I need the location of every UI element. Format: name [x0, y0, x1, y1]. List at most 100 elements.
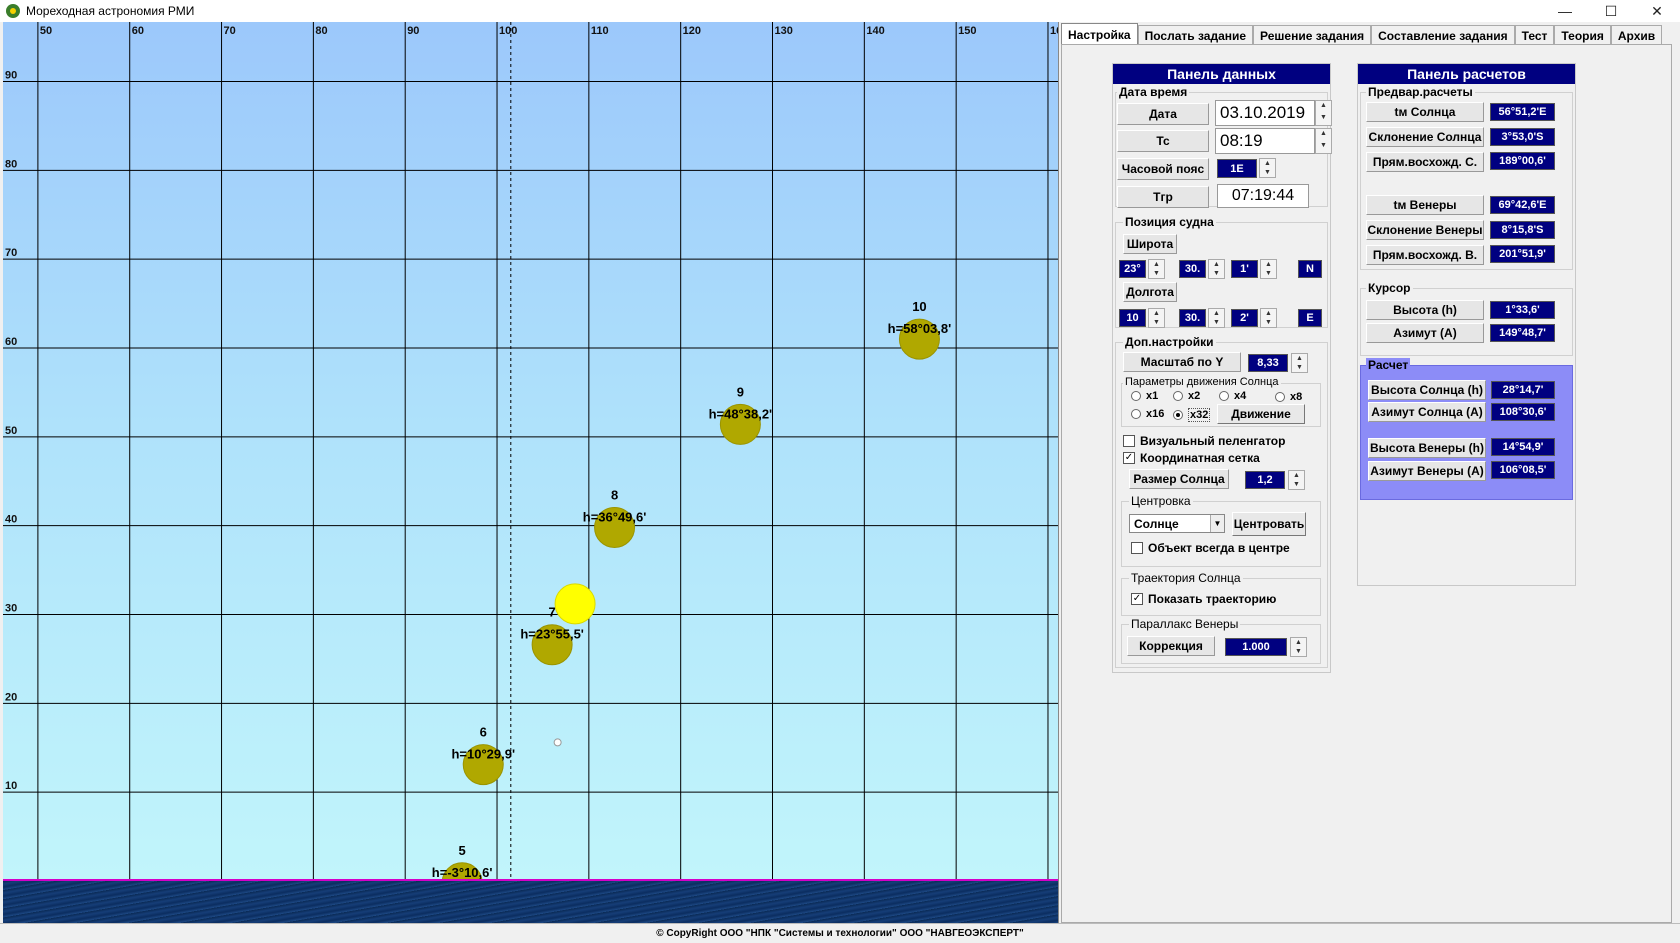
chevron-down-icon[interactable]: ▼ [1210, 515, 1224, 532]
coord-grid-checkbox[interactable]: ✓ Координатная сетка [1123, 451, 1260, 465]
scale-y-spinner[interactable]: ▲ ▼ [1291, 353, 1308, 373]
always-center-box[interactable] [1131, 542, 1143, 554]
tab-solve-task[interactable]: Решение задания [1253, 25, 1372, 45]
radio-x1-dot[interactable] [1131, 391, 1141, 401]
radio-x4-label: x4 [1234, 390, 1247, 402]
sky-view[interactable]: 50 60 70 80 90 100 110 120 130 140 150 160 90 80 70 60 5… [3, 22, 1059, 923]
radio-x2-dot[interactable] [1173, 391, 1183, 401]
radio-x16[interactable]: x16 [1131, 408, 1164, 420]
trajectory-point-altitude: h=48°38,2' [709, 406, 773, 421]
spin-up-icon[interactable]: ▲ [1316, 129, 1331, 141]
latitude-minutes[interactable]: 30. [1179, 260, 1206, 278]
maximize-button[interactable]: ☐ [1588, 0, 1634, 22]
spin-down-icon[interactable]: ▼ [1261, 318, 1276, 327]
longitude-hemisphere[interactable]: E [1298, 309, 1322, 327]
correction-value[interactable]: 1.000 [1225, 638, 1287, 656]
visual-bearing-checkbox[interactable]: Визуальный пеленгатор [1123, 434, 1285, 448]
y-tick-label: 40 [5, 514, 17, 526]
latitude-degrees[interactable]: 23° [1119, 260, 1146, 278]
latitude-hemisphere[interactable]: N [1298, 260, 1322, 278]
radio-x4[interactable]: x4 [1219, 390, 1246, 402]
checkmark-icon[interactable]: ✓ [1131, 593, 1143, 605]
spin-up-icon[interactable]: ▲ [1291, 638, 1306, 647]
tgr-label: Тгр [1117, 186, 1209, 208]
spin-up-icon[interactable]: ▲ [1209, 309, 1224, 318]
latitude-decimal-spinner[interactable]: ▲ ▼ [1260, 259, 1277, 279]
trajectory-point-number: 9 [737, 384, 744, 399]
y-tick-label: 50 [5, 425, 17, 437]
spin-up-icon[interactable]: ▲ [1261, 260, 1276, 269]
tc-input[interactable]: 08:19 [1215, 128, 1315, 154]
trajectory-point-altitude: h=10°29,9' [451, 747, 515, 762]
longitude-degrees-spinner[interactable]: ▲ ▼ [1148, 308, 1165, 328]
radio-x8[interactable]: x8 [1275, 391, 1302, 403]
longitude-minutes-spinner[interactable]: ▲ ▼ [1208, 308, 1225, 328]
sky-grid[interactable]: 50 60 70 80 90 100 110 120 130 140 150 160 90 80 70 60 5… [3, 22, 1059, 881]
spin-up-icon[interactable]: ▲ [1149, 309, 1164, 318]
radio-x4-dot[interactable] [1219, 391, 1229, 401]
tc-spinner[interactable]: ▲ ▼ [1315, 128, 1332, 154]
tab-settings[interactable]: Настройка [1061, 23, 1138, 45]
latitude-degrees-spinner[interactable]: ▲ ▼ [1148, 259, 1165, 279]
show-trajectory-checkbox[interactable]: ✓ Показать траекторию [1131, 592, 1276, 606]
always-center-checkbox[interactable]: Объект всегда в центре [1131, 541, 1290, 555]
longitude-decimal-spinner[interactable]: ▲ ▼ [1260, 308, 1277, 328]
radio-x32-dot[interactable] [1173, 410, 1183, 420]
tab-archive[interactable]: Архив [1610, 25, 1663, 45]
spin-up-icon[interactable]: ▲ [1292, 354, 1307, 363]
x-tick-label: 160 [1050, 25, 1059, 37]
spin-down-icon[interactable]: ▼ [1316, 141, 1331, 153]
tab-send-task[interactable]: Послать задание [1137, 25, 1254, 45]
longitude-degrees[interactable]: 10 [1119, 309, 1146, 327]
spin-up-icon[interactable]: ▲ [1316, 101, 1331, 113]
radio-x32[interactable]: x32 [1173, 408, 1211, 422]
visual-bearing-box[interactable] [1123, 435, 1135, 447]
trajectory-point-number: 5 [459, 843, 466, 858]
spin-down-icon[interactable]: ▼ [1261, 269, 1276, 278]
spin-down-icon[interactable]: ▼ [1209, 269, 1224, 278]
radio-x16-dot[interactable] [1131, 409, 1141, 419]
close-button[interactable]: ✕ [1634, 0, 1680, 22]
spin-up-icon[interactable]: ▲ [1261, 309, 1276, 318]
trajectory-point-number: 8 [611, 487, 618, 502]
minimize-button[interactable]: — [1542, 0, 1588, 22]
spin-up-icon[interactable]: ▲ [1209, 260, 1224, 269]
spin-down-icon[interactable]: ▼ [1291, 647, 1306, 656]
correction-spinner[interactable]: ▲ ▼ [1290, 637, 1307, 657]
cursor-group [1360, 288, 1573, 356]
spin-down-icon[interactable]: ▼ [1149, 318, 1164, 327]
spin-down-icon[interactable]: ▼ [1316, 113, 1331, 125]
center-button[interactable]: Центровать [1232, 512, 1306, 536]
sun-azimuth-value: 108°30,6' [1491, 403, 1555, 421]
motion-button[interactable]: Движение [1217, 404, 1305, 424]
date-input[interactable]: 03.10.2019 [1215, 100, 1315, 126]
radio-x1-label: x1 [1146, 390, 1159, 402]
radio-x8-dot[interactable] [1275, 392, 1285, 402]
x-tick-label: 140 [866, 25, 884, 37]
spin-down-icon[interactable]: ▼ [1209, 318, 1224, 327]
tab-theory[interactable]: Теория [1554, 25, 1611, 45]
timezone-value[interactable]: 1E [1217, 159, 1257, 178]
latitude-decimal[interactable]: 1' [1231, 260, 1258, 278]
sun-size-spinner[interactable]: ▲ ▼ [1288, 470, 1305, 490]
spin-down-icon[interactable]: ▼ [1260, 168, 1275, 177]
radio-x2[interactable]: x2 [1173, 390, 1200, 402]
spin-down-icon[interactable]: ▼ [1292, 363, 1307, 372]
scale-y-value[interactable]: 8,33 [1248, 354, 1288, 372]
longitude-decimal[interactable]: 2' [1231, 309, 1258, 327]
spin-down-icon[interactable]: ▼ [1149, 269, 1164, 278]
date-spinner[interactable]: ▲ ▼ [1315, 100, 1332, 126]
radio-x1[interactable]: x1 [1131, 390, 1158, 402]
tab-test[interactable]: Тест [1514, 25, 1555, 45]
spin-down-icon[interactable]: ▼ [1289, 480, 1304, 489]
checkmark-icon[interactable]: ✓ [1123, 452, 1135, 464]
spin-up-icon[interactable]: ▲ [1289, 471, 1304, 480]
latitude-minutes-spinner[interactable]: ▲ ▼ [1208, 259, 1225, 279]
spin-up-icon[interactable]: ▲ [1260, 159, 1275, 168]
longitude-minutes[interactable]: 30. [1179, 309, 1206, 327]
sun-size-value[interactable]: 1,2 [1245, 471, 1285, 489]
sun-lha-label: tм Солнца [1366, 102, 1484, 122]
timezone-spinner[interactable]: ▲ ▼ [1259, 158, 1276, 178]
tab-compose-task[interactable]: Составление задания [1371, 25, 1515, 45]
spin-up-icon[interactable]: ▲ [1149, 260, 1164, 269]
